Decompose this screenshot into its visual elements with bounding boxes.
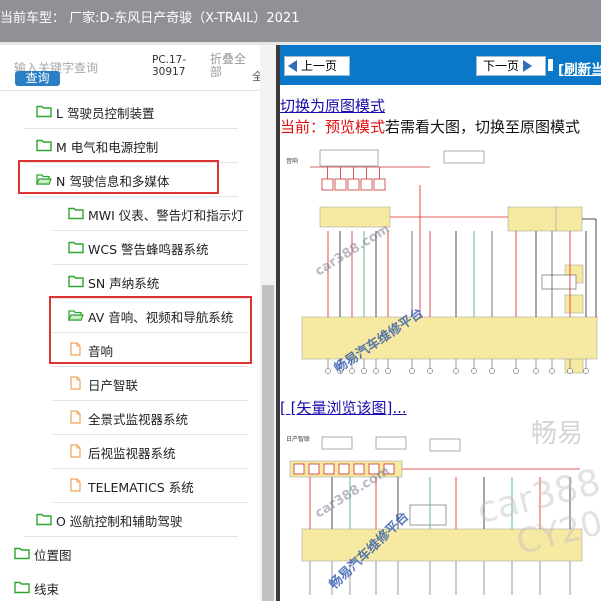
page-icon [70, 376, 81, 390]
tree-separator [52, 264, 248, 265]
folder-icon [14, 547, 30, 560]
prev-page-button[interactable]: 上一页 [284, 56, 350, 76]
tree-item-label: 位置图 [34, 548, 72, 563]
tree-separator [52, 434, 248, 435]
folder-icon [36, 513, 52, 526]
page-icon [70, 478, 81, 492]
wiring-diagram-svg-1: 音响 [286, 149, 598, 374]
search-button[interactable]: 查询 [15, 71, 60, 86]
current-mode-suffix: 若需看大图，切换至原图模式 [385, 118, 581, 136]
tree-separator [52, 400, 248, 401]
tree-separator [52, 230, 248, 231]
collapse-all-button[interactable]: 折叠全部 [210, 53, 250, 79]
tree-item-label: 线束 [34, 582, 60, 597]
page-icon [70, 410, 81, 424]
folder-icon [68, 241, 84, 254]
tree-separator [24, 128, 238, 129]
title-bar: 当前车型： 厂家:D-东风日产奇骏（X-TRAIL）2021 [0, 0, 601, 42]
left-panel: 查询 PC.17-30917 折叠全部 全 L 驾驶员控制装置M 电气和电源控制… [0, 45, 276, 601]
tree-item-label: M 电气和电源控制 [56, 140, 159, 155]
tree-separator [52, 366, 248, 367]
tree-separator [24, 196, 238, 197]
tree-item-label: 后视监视器系统 [88, 446, 176, 461]
page-icon [70, 444, 81, 458]
vehicle-title: 当前车型： 厂家:D-东风日产奇骏（X-TRAIL）2021 [0, 11, 300, 26]
arrow-right-icon [523, 60, 533, 72]
refresh-link[interactable]: [刷新当 [558, 58, 601, 78]
folder-icon [68, 207, 84, 220]
highlight-box-n [18, 160, 219, 194]
search-divider [0, 90, 260, 91]
right-panel: 上一页 下一页 [刷新当 切换为原图模式 当前：预览模式若需看大图，切换至原图模… [276, 45, 601, 601]
folder-icon [36, 105, 52, 118]
diagram1-title: 音响 [286, 157, 298, 165]
folder-icon [36, 139, 52, 152]
tree-separator [52, 468, 248, 469]
tree-item-label: 日产智联 [88, 378, 139, 393]
diagram2-title: 日产智联 [286, 435, 310, 443]
tree-item-label: L 驾驶员控制装置 [56, 106, 155, 121]
current-mode-prefix: 当前：预览模式 [280, 118, 386, 136]
current-mode-text: 当前：预览模式若需看大图，切换至原图模式 [280, 116, 580, 137]
tree-item-label: O 巡航控制和辅助驾驶 [56, 514, 183, 529]
tree-item-label: 全景式监视器系统 [88, 412, 189, 427]
vector-view-link[interactable]: [ [矢量浏览该图]... [280, 397, 407, 418]
pc-code: PC.17-30917 [152, 54, 187, 78]
folder-icon [68, 275, 84, 288]
tree-scrollbar-thumb[interactable] [262, 285, 274, 601]
wiring-diagram-svg-2: 日产智联 [286, 435, 583, 595]
folder-icon [14, 581, 30, 594]
tree-item-label: TELEMATICS 系统 [88, 480, 194, 495]
tree-separator [52, 502, 248, 503]
original-mode-link[interactable]: 切换为原图模式 [280, 95, 385, 116]
tree-item-label: SN 声纳系统 [88, 276, 160, 291]
arrow-left-icon [288, 60, 297, 72]
wiring-diagram-preview-2[interactable]: 日产智联 [280, 425, 601, 601]
tree-separator [24, 536, 238, 537]
wiring-diagram-preview-1[interactable]: 音响 [280, 145, 601, 398]
page-nav-bar: 上一页 下一页 [刷新当 [280, 45, 601, 85]
tree-item-label: WCS 警告蜂鸣器系统 [88, 242, 209, 257]
highlight-box-av [49, 296, 252, 364]
next-page-button[interactable]: 下一页 [476, 56, 546, 76]
refresh-marker [548, 59, 553, 71]
tree-item-label: MWI 仪表、警告灯和指示灯 [88, 208, 244, 223]
